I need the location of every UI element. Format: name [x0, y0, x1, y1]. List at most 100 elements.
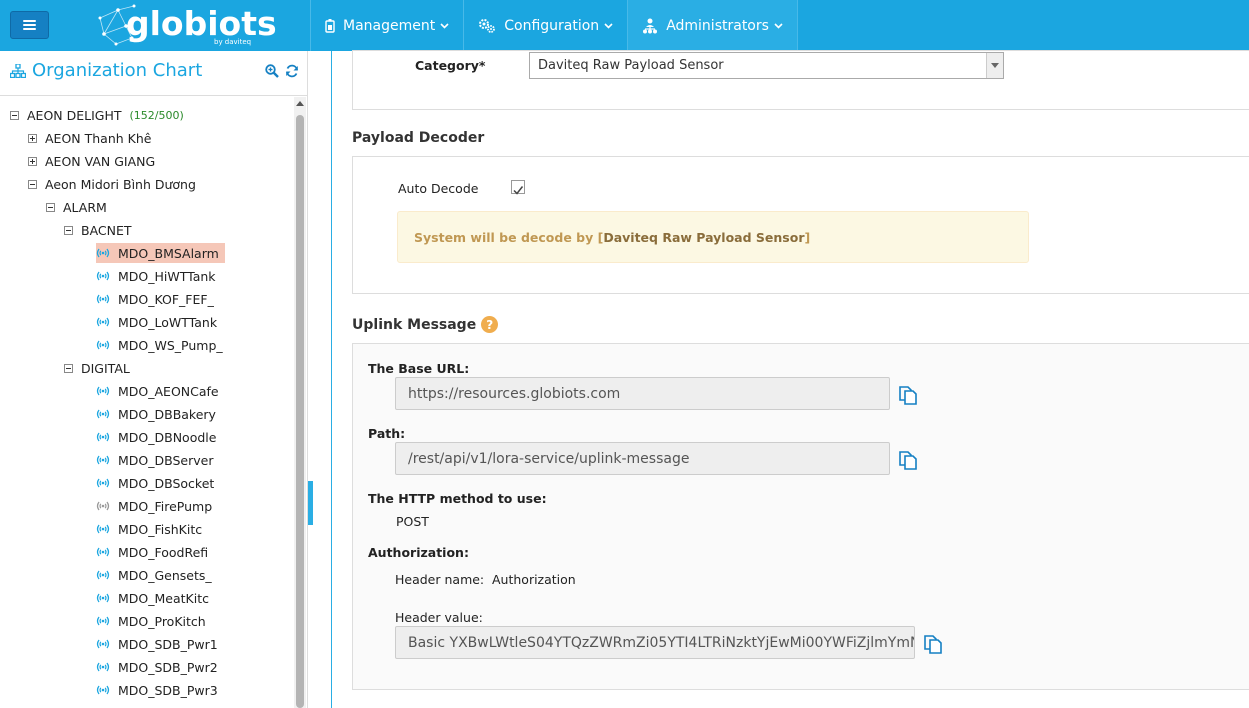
- sidebar-title-text: Organization Chart: [32, 60, 203, 81]
- tree-node-site[interactable]: AEON VAN GIANG: [28, 151, 155, 171]
- tree-device-item[interactable]: MDO_HiWTTank: [96, 266, 216, 286]
- tree-device-item[interactable]: MDO_Gensets_: [96, 565, 212, 585]
- copy-base-url-icon[interactable]: [897, 383, 919, 405]
- tree-device-label: MDO_DBNoodle: [118, 429, 217, 445]
- tree-node-group[interactable]: BACNET: [64, 220, 132, 240]
- header-value-field[interactable]: Basic YXBwLWtleS04YTQzZWRmZi05YTI4LTRiNz…: [395, 626, 915, 659]
- tree-device-label: MDO_DBServer: [118, 452, 214, 468]
- nav-management[interactable]: Management: [310, 0, 464, 51]
- hamburger-menu-button[interactable]: [10, 11, 49, 39]
- tree-device-item[interactable]: MDO_FishKitc: [96, 519, 202, 539]
- sidebar-title: Organization Chart: [10, 60, 202, 81]
- expand-toggle-icon[interactable]: [28, 133, 37, 143]
- copy-path-icon[interactable]: [897, 448, 919, 470]
- alert-suffix: ]: [804, 229, 811, 245]
- tree-node-site[interactable]: Aeon Midori Bình Dương: [28, 174, 196, 194]
- tree-device-item[interactable]: MDO_DBBakery: [96, 404, 216, 424]
- tree-device-label: MDO_AEONCafe: [118, 383, 219, 399]
- base-url-value: https://resources.globiots.com: [408, 385, 621, 402]
- collapse-toggle-icon[interactable]: [28, 179, 37, 189]
- top-navbar: globiots by daviteq Management Configura…: [0, 0, 1249, 51]
- tree-scrollbar[interactable]: [294, 97, 306, 708]
- path-value: /rest/api/v1/lora-service/uplink-message: [408, 450, 690, 467]
- signal-icon: [96, 317, 110, 327]
- tree-device-label: MDO_HiWTTank: [118, 268, 216, 284]
- tree-node-label: AEON VAN GIANG: [45, 153, 156, 169]
- tree-device-item[interactable]: MDO_WS_Pump_: [96, 335, 223, 355]
- tree-device-label: MDO_KOF_FEF_: [118, 291, 214, 307]
- splitter-grip[interactable]: [308, 481, 313, 525]
- category-select[interactable]: Daviteq Raw Payload Sensor: [529, 52, 1004, 79]
- signal-icon: [96, 570, 110, 580]
- nav-administrators[interactable]: Administrators: [627, 0, 798, 51]
- tree-device-item[interactable]: MDO_SDB_Pwr2: [96, 657, 218, 677]
- collapse-toggle-icon[interactable]: [64, 363, 73, 373]
- signal-icon: [96, 524, 110, 534]
- payload-decoder-panel: Auto Decode System will be decode by [Da…: [352, 156, 1249, 294]
- tree-device-label: MDO_Gensets_: [118, 567, 212, 583]
- sitemap-icon: [10, 63, 26, 78]
- signal-icon: [96, 616, 110, 626]
- organization-tree: AEON DELIGHT (152/500) AEON Thanh Khê AE…: [0, 97, 294, 708]
- collapse-toggle-icon[interactable]: [64, 225, 73, 235]
- refresh-icon[interactable]: [285, 63, 299, 82]
- header-name-label: Header name:: [395, 572, 485, 587]
- chevron-down-icon: [440, 22, 449, 29]
- nav-configuration[interactable]: Configuration: [463, 0, 628, 51]
- panel-splitter[interactable]: [308, 51, 332, 708]
- device-count-badge: (152/500): [129, 108, 184, 122]
- tree-device-item[interactable]: MDO_FirePump: [96, 496, 212, 516]
- base-url-label: The Base URL:: [368, 361, 470, 376]
- dropdown-arrow-icon[interactable]: [986, 53, 1003, 78]
- tree-device-label: MDO_SDB_Pwr2: [118, 659, 218, 675]
- scroll-up-arrow-icon[interactable]: [296, 101, 304, 106]
- tree-node-label: AEON DELIGHT: [27, 107, 122, 123]
- main-nav: Management Configuration Administrators: [310, 0, 798, 51]
- signal-icon: [96, 294, 110, 304]
- tree-device-item[interactable]: MDO_DBServer: [96, 450, 213, 470]
- tree-device-item[interactable]: MDO_BMSAlarm: [96, 243, 225, 263]
- tree-device-label: MDO_FishKitc: [118, 521, 203, 537]
- tree-device-item[interactable]: MDO_MeatKitc: [96, 588, 209, 608]
- tree-node-label: ALARM: [63, 199, 107, 215]
- tree-device-item[interactable]: MDO_DBSocket: [96, 473, 214, 493]
- path-field[interactable]: /rest/api/v1/lora-service/uplink-message: [395, 442, 890, 475]
- tree-node-site[interactable]: AEON Thanh Khê: [28, 128, 151, 148]
- auto-decode-checkbox[interactable]: [511, 180, 525, 195]
- zoom-search-icon[interactable]: [265, 63, 279, 82]
- expand-toggle-icon[interactable]: [28, 156, 37, 166]
- brand-sub: by daviteq: [214, 38, 252, 46]
- tree-node-label: DIGITAL: [81, 360, 130, 376]
- base-url-field[interactable]: https://resources.globiots.com: [395, 377, 890, 410]
- authorization-label: Authorization:: [368, 545, 469, 560]
- tree-device-item[interactable]: MDO_SDB_Pwr3: [96, 680, 218, 700]
- tree-device-item[interactable]: MDO_FoodRefi: [96, 542, 208, 562]
- tree-device-item[interactable]: MDO_AEONCafe: [96, 381, 219, 401]
- tree-device-item[interactable]: MDO_ProKitch: [96, 611, 206, 631]
- tree-node-root[interactable]: AEON DELIGHT (152/500): [10, 105, 184, 125]
- http-method-label: The HTTP method to use:: [368, 491, 547, 506]
- collapse-toggle-icon[interactable]: [10, 110, 19, 120]
- tree-device-label: MDO_SDB_Pwr3: [118, 682, 218, 698]
- tree-device-item[interactable]: MDO_LoWTTank: [96, 312, 217, 332]
- scroll-thumb[interactable]: [296, 115, 304, 708]
- decode-info-alert: System will be decode by [Daviteq Raw Pa…: [397, 211, 1029, 263]
- tree-node-group[interactable]: ALARM: [46, 197, 107, 217]
- chevron-down-icon: [774, 22, 783, 29]
- tree-device-item[interactable]: MDO_DBNoodle: [96, 427, 216, 447]
- copy-header-value-icon[interactable]: [922, 632, 944, 654]
- tree-node-group[interactable]: DIGITAL: [64, 358, 130, 378]
- signal-icon: [96, 340, 110, 350]
- category-label: Category*: [415, 58, 486, 73]
- chevron-down-icon: [604, 22, 613, 29]
- tree-device-label: MDO_MeatKitc: [118, 590, 209, 606]
- signal-icon: [96, 662, 110, 672]
- nav-management-label: Management: [343, 17, 436, 34]
- collapse-toggle-icon[interactable]: [46, 202, 55, 212]
- help-icon[interactable]: ?: [481, 316, 499, 333]
- brand-logo[interactable]: globiots by daviteq: [96, 0, 277, 51]
- tree-device-item[interactable]: MDO_SDB_Pwr1: [96, 634, 218, 654]
- tree-device-label: MDO_SDB_Pwr1: [118, 636, 218, 652]
- tree-device-item[interactable]: MDO_KOF_FEF_: [96, 289, 214, 309]
- main-content: Category* Daviteq Raw Payload Sensor Pay…: [332, 50, 1249, 708]
